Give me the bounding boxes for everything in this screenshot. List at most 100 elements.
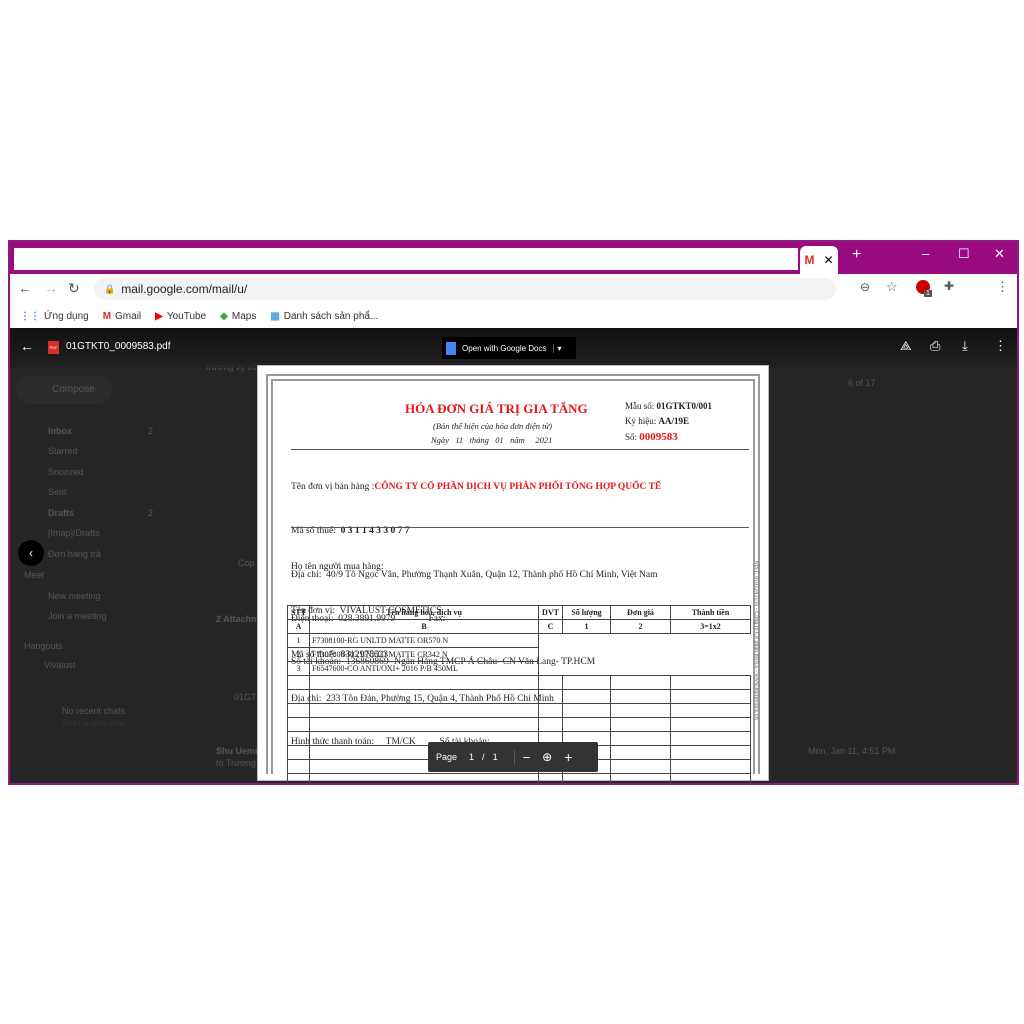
close-tab-icon[interactable]: ✕ — [823, 253, 833, 267]
bookmark-maps[interactable]: ◆ Maps — [220, 311, 256, 322]
new-tab-button[interactable]: + — [852, 246, 861, 264]
attachments-heading: 2 Attachm — [216, 614, 260, 624]
column-code: 1 — [562, 619, 611, 634]
invoice-subtitle: (Bản thể hiện của hóa đơn điện tử) — [433, 421, 552, 431]
add-to-drive-icon[interactable]: ⟁ — [900, 338, 912, 354]
email-date: Mon, Jan 11, 4:51 PM — [808, 746, 896, 756]
forward-icon[interactable]: → — [44, 280, 58, 296]
page-total: 1 — [492, 752, 498, 762]
column-code: 2 — [610, 619, 671, 634]
table-cell — [309, 675, 539, 690]
nav-starred[interactable]: Starred — [48, 446, 78, 456]
bookmark-apps[interactable]: ⋮⋮ Ứng dụng — [20, 311, 89, 322]
inbox-count: 2 — [148, 426, 154, 436]
tab-gmail[interactable]: M ✕ — [800, 246, 838, 274]
compose-button[interactable]: Compose — [16, 376, 112, 404]
hangouts-user[interactable]: Vivalust — [44, 660, 75, 670]
nav-don-hang-tra[interactable]: Đơn hàng trả — [48, 549, 101, 559]
column-code: A — [287, 619, 310, 634]
table-cell — [287, 773, 310, 783]
table-row: 3 F6547600-CO ANTI/OXI+ 2016 P/B 450ML — [287, 661, 751, 676]
start-chat-link[interactable]: Start a new one — [62, 718, 125, 728]
maximize-button[interactable]: ☐ — [958, 246, 970, 262]
seller-name: CÔNG TY CỔ PHẦN DỊCH VỤ PHÂN PHỐI TỔNG H… — [374, 482, 662, 493]
pdf-filename: 01GTKT0_0009583.pdf — [66, 341, 171, 352]
print-icon[interactable]: ⎙ — [930, 338, 940, 354]
tab-strip — [14, 248, 798, 270]
copy-text: Cop — [238, 558, 255, 568]
open-with-google-docs-button[interactable]: Open with Google Docs ▾ — [442, 337, 576, 359]
address-bar-row: ← → ↻ 🔒 mail.google.com/mail/u/ ⊖ ☆ 1 ✚ ⋮ — [10, 274, 1017, 304]
table-cell — [610, 703, 671, 718]
nav-drafts[interactable]: Drafts — [48, 508, 74, 518]
page-label: Page — [436, 752, 458, 762]
bookmark-label: Gmail — [115, 310, 142, 322]
table-cell — [563, 648, 611, 662]
extension-badge: 1 — [924, 290, 932, 297]
table-cell — [563, 634, 611, 648]
more-options-icon[interactable]: ⋮ — [994, 338, 1007, 354]
close-window-button[interactable]: ✕ — [994, 246, 1005, 262]
back-arrow-icon[interactable]: ← — [20, 338, 34, 354]
table-cell: 3 — [287, 661, 310, 676]
zoom-out-icon[interactable]: − — [513, 749, 530, 765]
table-cell — [287, 745, 310, 760]
title-bar: M ✕ + – ☐ ✕ — [10, 242, 1017, 274]
hangouts-heading: Hangouts — [24, 641, 63, 651]
zoom-in-icon[interactable]: + — [564, 749, 572, 765]
invoice-title: HÓA ĐƠN GIÁ TRỊ GIA TĂNG — [405, 401, 588, 416]
column-header: Thành tiền — [670, 605, 751, 620]
nav-inbox[interactable]: Inbox — [48, 426, 72, 436]
browser-window: M ✕ + – ☐ ✕ ← → ↻ 🔒 mail.google.com/mail/u… — [8, 240, 1019, 785]
download-icon[interactable]: ⤓ — [962, 338, 968, 354]
bookmark-star-icon[interactable]: ☆ — [886, 279, 898, 295]
dropdown-arrow-icon[interactable]: ▾ — [552, 343, 562, 353]
nav-imap-drafts[interactable]: [Imap]/Drafts — [48, 528, 100, 538]
sender-name: Shu Uemu — [216, 746, 261, 756]
table-cell — [538, 675, 563, 690]
extensions-icon[interactable]: ✚ — [944, 279, 954, 293]
bookmark-gmail[interactable]: M Gmail — [103, 311, 141, 322]
gmail-icon: M — [102, 310, 112, 322]
symbol-label: Ký hiệu: — [625, 416, 657, 426]
zoom-icon[interactable]: ⊖ — [860, 280, 870, 294]
sheets-icon: ▦ — [270, 310, 280, 322]
table-cell — [562, 703, 611, 718]
table-cell — [287, 689, 310, 704]
form-label: Mẫu số: — [625, 401, 655, 411]
nav-snoozed[interactable]: Snoozed — [48, 467, 84, 477]
table-cell — [670, 745, 751, 760]
table-cell — [670, 773, 751, 783]
pdf-file-icon: PDF — [48, 341, 59, 354]
zoom-fit-icon[interactable]: ⊕ — [542, 750, 552, 764]
attachment-file[interactable]: 01GT — [234, 692, 257, 702]
table-cell: F7308100-RG UNLTD MATTE OR570 N — [309, 633, 539, 648]
divider — [291, 449, 749, 450]
bookmark-sheets[interactable]: ▦ Danh sách sản phẩ... — [270, 311, 378, 322]
nav-sent[interactable]: Sent — [48, 487, 67, 497]
page-current[interactable]: 1 — [469, 752, 474, 762]
join-meeting[interactable]: Join a meeting — [48, 611, 107, 621]
table-cell — [538, 773, 563, 783]
lock-icon: 🔒 — [104, 283, 116, 294]
table-cell — [671, 648, 751, 662]
form-value: 01GTKT0/001 — [656, 401, 713, 411]
sender-to: to Trương — [216, 758, 256, 768]
collapse-chevron-left-icon[interactable]: ‹ — [18, 540, 44, 566]
table-cell — [610, 759, 671, 774]
buyer-name: Họ tên người mua hàng: — [291, 562, 384, 573]
column-header: DVT — [538, 605, 563, 620]
bookmark-youtube[interactable]: ▶ YouTube — [155, 311, 206, 322]
table-cell — [539, 634, 563, 648]
bookmark-label: Ứng dụng — [44, 310, 89, 322]
new-meeting[interactable]: New meeting — [48, 591, 101, 601]
youtube-icon: ▶ — [155, 310, 163, 322]
divider — [291, 527, 749, 528]
table-cell — [670, 717, 751, 732]
back-icon[interactable]: ← — [18, 280, 32, 296]
url-input[interactable]: 🔒 mail.google.com/mail/u/ — [94, 278, 836, 300]
menu-icon[interactable]: ⋮ — [996, 279, 1009, 295]
page-separator: / — [482, 752, 485, 762]
minimize-button[interactable]: – — [922, 246, 929, 261]
reload-icon[interactable]: ↻ — [68, 280, 80, 297]
